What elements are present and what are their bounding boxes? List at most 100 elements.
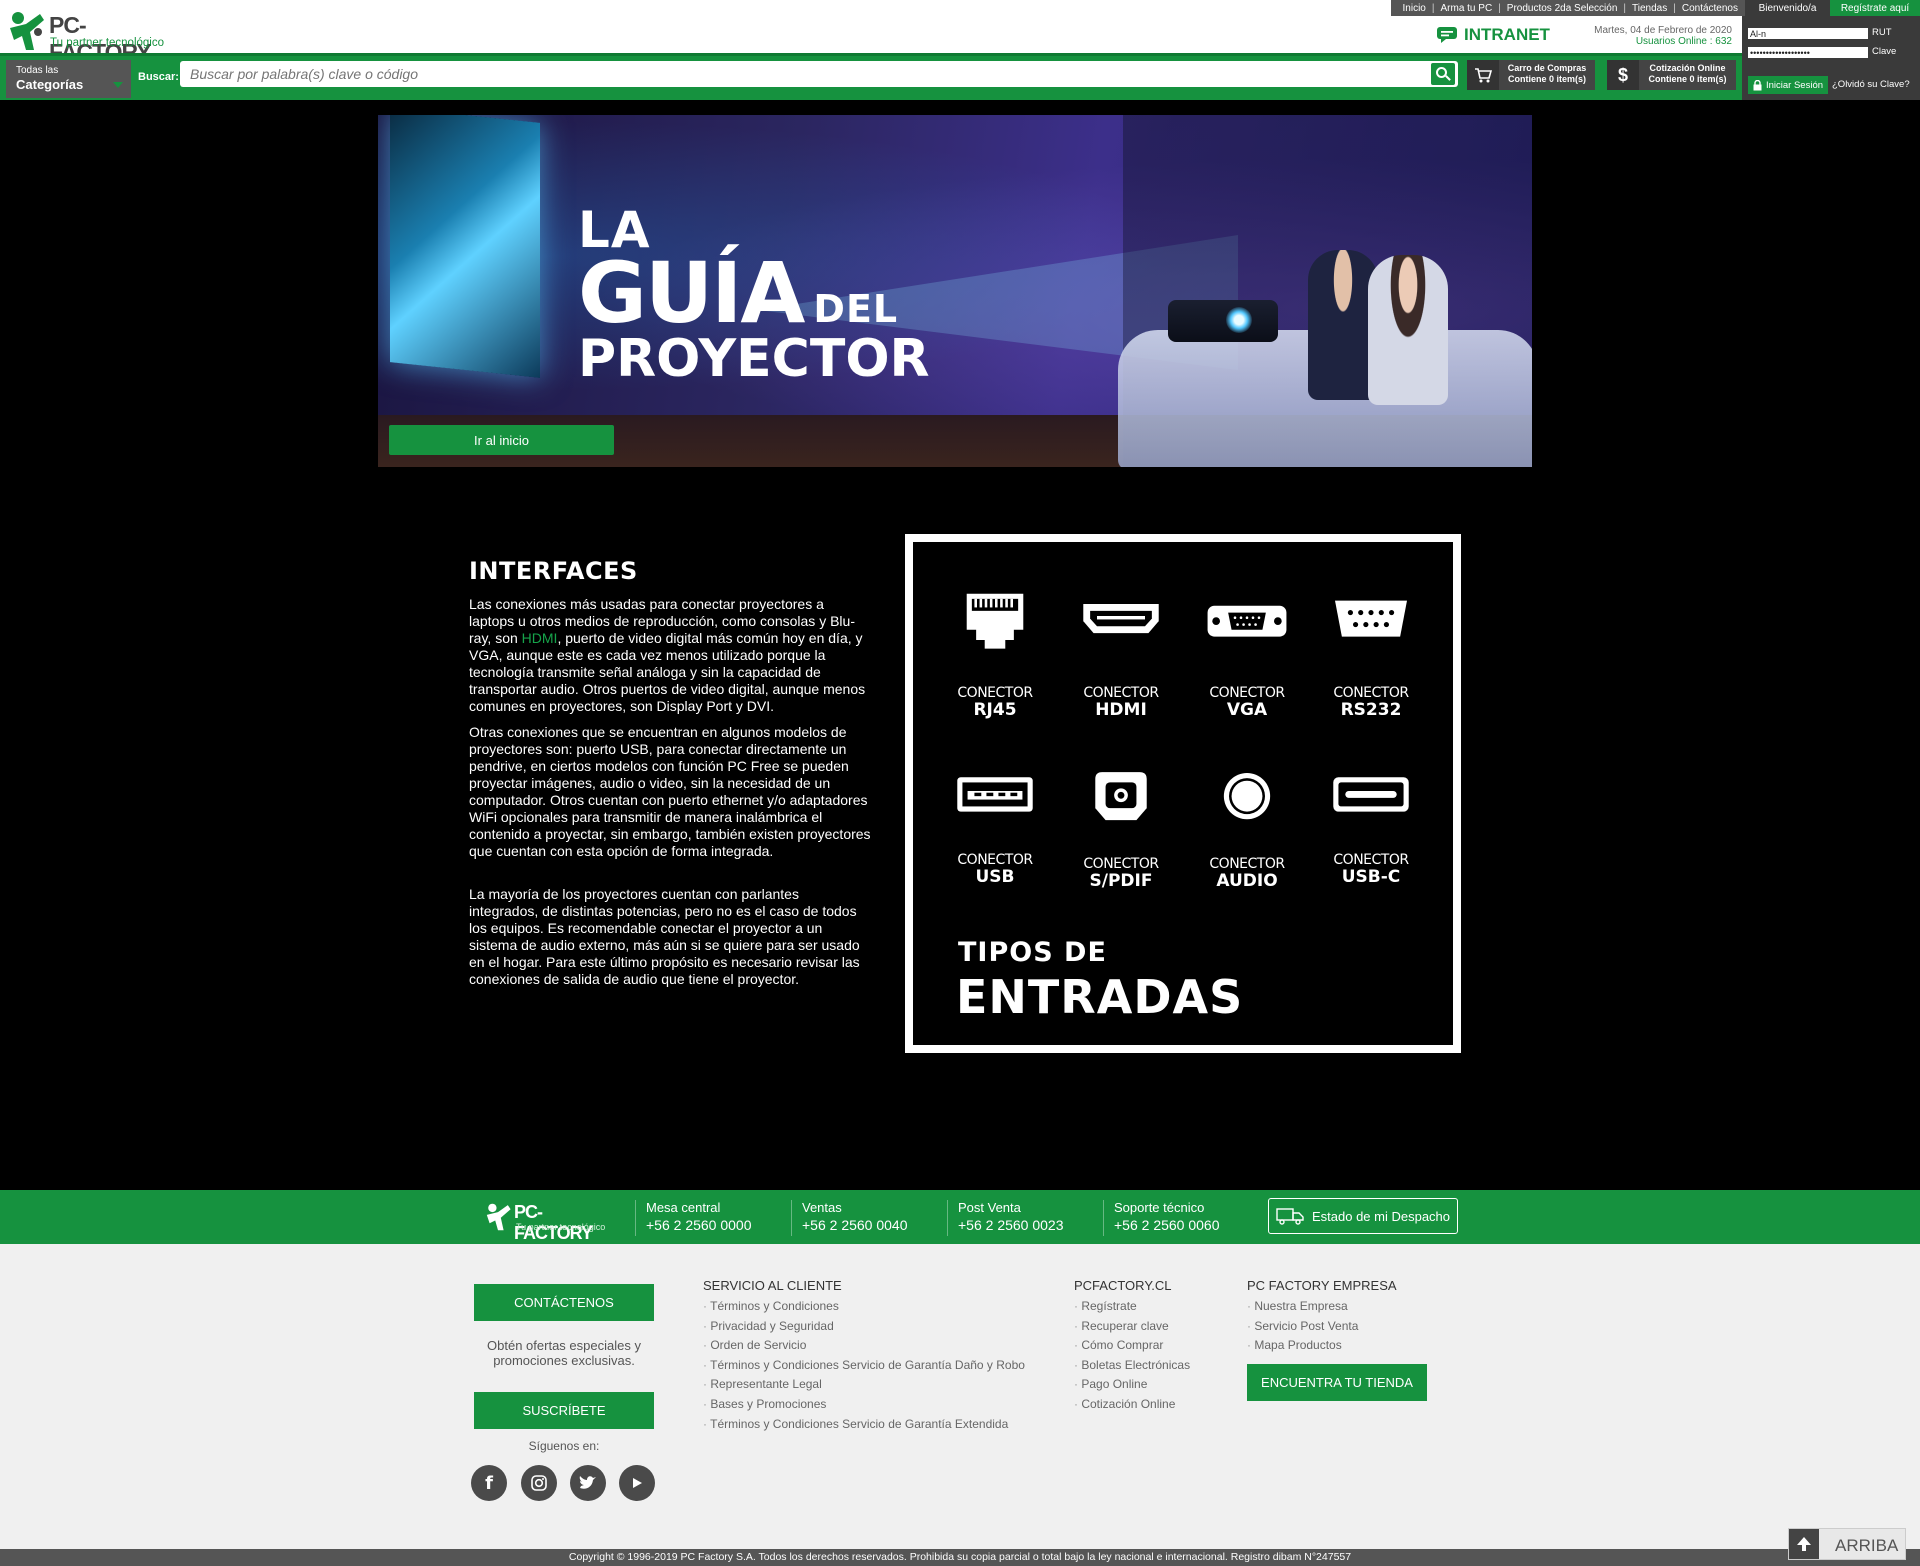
site-header: Inicio | Arma tu PC | Productos 2da Selecc… xyxy=(0,0,1920,100)
footer-link[interactable]: Orden de Servicio xyxy=(703,1336,1025,1356)
hdmi-link[interactable]: HDMI xyxy=(522,630,558,646)
arrow-up-icon xyxy=(1789,1529,1819,1559)
quote-online-button[interactable]: $ Cotización Online Contiene 0 item(s) xyxy=(1607,60,1736,90)
rs232-icon xyxy=(1335,600,1407,637)
instagram-icon[interactable] xyxy=(521,1465,557,1501)
interfaces-paragraph-1: Las conexiones más usadas para conectar … xyxy=(469,596,872,715)
search-input[interactable] xyxy=(180,61,1458,87)
footer-link[interactable]: Recuperar clave xyxy=(1074,1317,1190,1337)
top-link-contactenos[interactable]: Contáctenos xyxy=(1682,3,1738,14)
truck-icon xyxy=(1276,1208,1304,1225)
facebook-icon[interactable]: f xyxy=(471,1465,507,1501)
shopping-cart-button[interactable]: Carro de Compras Contiene 0 item(s) xyxy=(1467,60,1595,90)
input-types-title-small: TIPOS DE xyxy=(958,937,1107,968)
rut-input[interactable] xyxy=(1748,28,1868,39)
connector-label: CONECTOR xyxy=(1209,856,1285,872)
chat-icon xyxy=(1437,27,1457,43)
footer-link[interactable]: Cotización Online xyxy=(1074,1395,1190,1415)
interfaces-paragraph-3: La mayoría de los proyectores cuentan co… xyxy=(469,886,860,987)
register-link[interactable]: Regístrate aquí xyxy=(1830,0,1920,16)
password-input[interactable] xyxy=(1748,47,1868,58)
find-store-button[interactable]: ENCUENTRA TU TIENDA xyxy=(1247,1364,1427,1401)
company-title: PC FACTORY EMPRESA xyxy=(1247,1278,1397,1293)
footer-logo[interactable]: PC-FACTORY Tu partner tecnológico xyxy=(484,1200,614,1243)
phone-label: Post Venta xyxy=(958,1200,1021,1215)
quote-title: Cotización Online xyxy=(1649,63,1726,73)
input-types-infographic: CONECTOR RJ45 CONECTOR HDMI CONECTOR VGA… xyxy=(905,534,1461,1053)
search-button[interactable] xyxy=(1431,63,1455,85)
footer-link[interactable]: Mapa Productos xyxy=(1247,1336,1358,1356)
intranet-link[interactable]: INTRANET xyxy=(1436,25,1550,45)
shipping-status-label: Estado de mi Despacho xyxy=(1311,1208,1451,1224)
connector-name: USB-C xyxy=(1341,867,1401,887)
home-button[interactable]: Ir al inicio xyxy=(389,425,614,455)
connector-label: CONECTOR xyxy=(1083,685,1159,701)
customer-service-title: SERVICIO AL CLIENTE xyxy=(703,1278,842,1293)
top-link-arma-tu-pc[interactable]: Arma tu PC xyxy=(1440,3,1492,14)
pcfactory-logo-icon xyxy=(486,1203,511,1231)
projection-screen-image xyxy=(390,115,540,378)
cart-icon xyxy=(1467,60,1499,90)
phone-label: Ventas xyxy=(802,1200,842,1215)
footer-link[interactable]: Boletas Electrónicas xyxy=(1074,1356,1190,1376)
footer-link[interactable]: Términos y Condiciones xyxy=(703,1297,1025,1317)
search-icon-handle xyxy=(1445,75,1451,81)
rj45-icon xyxy=(966,593,1024,649)
welcome-label: Bienvenido/a xyxy=(1745,0,1830,16)
footer-link[interactable]: Cómo Comprar xyxy=(1074,1336,1190,1356)
connector-name: RJ45 xyxy=(973,700,1017,720)
phone-number: +56 2 2560 0060 xyxy=(1114,1217,1220,1233)
categories-dropdown[interactable]: Todas las Categorías xyxy=(6,60,131,98)
forgot-password-link[interactable]: ¿Olvidó su Clave? xyxy=(1832,79,1910,90)
cart-count: Contiene 0 item(s) xyxy=(1507,74,1586,84)
phone-number: +56 2 2560 0023 xyxy=(958,1217,1064,1233)
intranet-label: INTRANET xyxy=(1464,25,1550,44)
top-link-productos-2da[interactable]: Productos 2da Selección xyxy=(1507,3,1618,14)
footer-link[interactable]: Bases y Promociones xyxy=(703,1395,1025,1415)
footer-link[interactable]: Términos y Condiciones Servicio de Garan… xyxy=(703,1356,1025,1376)
hdmi-icon xyxy=(1083,604,1159,634)
connector-name: HDMI xyxy=(1095,700,1147,720)
input-types-title: ENTRADAS xyxy=(956,970,1244,1024)
footer-link[interactable]: Nuestra Empresa xyxy=(1247,1297,1358,1317)
subscribe-button[interactable]: SUSCRÍBETE xyxy=(474,1392,654,1429)
rut-label: RUT xyxy=(1872,27,1892,38)
follow-us-label: Síguenos en: xyxy=(528,1439,600,1453)
current-date: Martes, 04 de Febrero de 2020 xyxy=(1594,25,1732,36)
youtube-icon[interactable] xyxy=(619,1465,655,1501)
banner-title-proyector: PROYECTOR xyxy=(578,329,930,389)
contact-button[interactable]: CONTÁCTENOS xyxy=(474,1284,654,1321)
vga-icon xyxy=(1207,605,1287,637)
footer-link[interactable]: Representante Legal xyxy=(703,1375,1025,1395)
phone-number: +56 2 2560 0040 xyxy=(802,1217,908,1233)
footer-link[interactable]: Pago Online xyxy=(1074,1375,1190,1395)
footer-link[interactable]: Términos y Condiciones Servicio de Garan… xyxy=(703,1415,1025,1435)
connector-name: S/PDIF xyxy=(1089,871,1153,891)
phone-number: +56 2 2560 0000 xyxy=(646,1217,752,1233)
shipping-status-button[interactable]: Estado de mi Despacho xyxy=(1268,1198,1458,1234)
footer-link[interactable]: Servicio Post Venta xyxy=(1247,1317,1358,1337)
interfaces-title: INTERFACES xyxy=(469,557,638,585)
login-label: Iniciar Sesión xyxy=(1765,79,1824,91)
banner-title-guia-text: GUÍA xyxy=(578,244,805,342)
twitter-icon[interactable] xyxy=(570,1465,606,1501)
top-link-inicio[interactable]: Inicio xyxy=(1403,3,1426,14)
site-logo[interactable]: PC-FACTORY Tu partner tecnológico xyxy=(6,10,181,65)
interfaces-paragraph-2: Otras conexiones que se encuentran en al… xyxy=(469,724,871,859)
banner-title-del: DEL xyxy=(813,287,899,331)
footer-link[interactable]: Regístrate xyxy=(1074,1297,1190,1317)
projector-image xyxy=(1168,300,1278,342)
login-button[interactable]: Iniciar Sesión xyxy=(1748,76,1828,94)
site-footer: CONTÁCTENOS Obtén ofertas especiales y p… xyxy=(0,1244,1920,1549)
phone-ventas: Ventas +56 2 2560 0040 xyxy=(791,1200,908,1236)
phone-post-venta: Post Venta +56 2 2560 0023 xyxy=(947,1200,1064,1236)
categories-label: Categorías xyxy=(16,77,84,92)
phone-soporte-tecnico: Soporte técnico +56 2 2560 0060 xyxy=(1103,1200,1220,1236)
dollar-icon: $ xyxy=(1607,60,1639,90)
back-to-top-button[interactable]: ARRIBA xyxy=(1788,1528,1906,1560)
footer-tagline: Tu partner tecnológico xyxy=(516,1222,606,1232)
footer-link[interactable]: Privacidad y Seguridad xyxy=(703,1317,1025,1337)
usb-icon xyxy=(957,777,1033,812)
top-link-tiendas[interactable]: Tiendas xyxy=(1632,3,1667,14)
projector-lens-glow xyxy=(1226,307,1252,333)
